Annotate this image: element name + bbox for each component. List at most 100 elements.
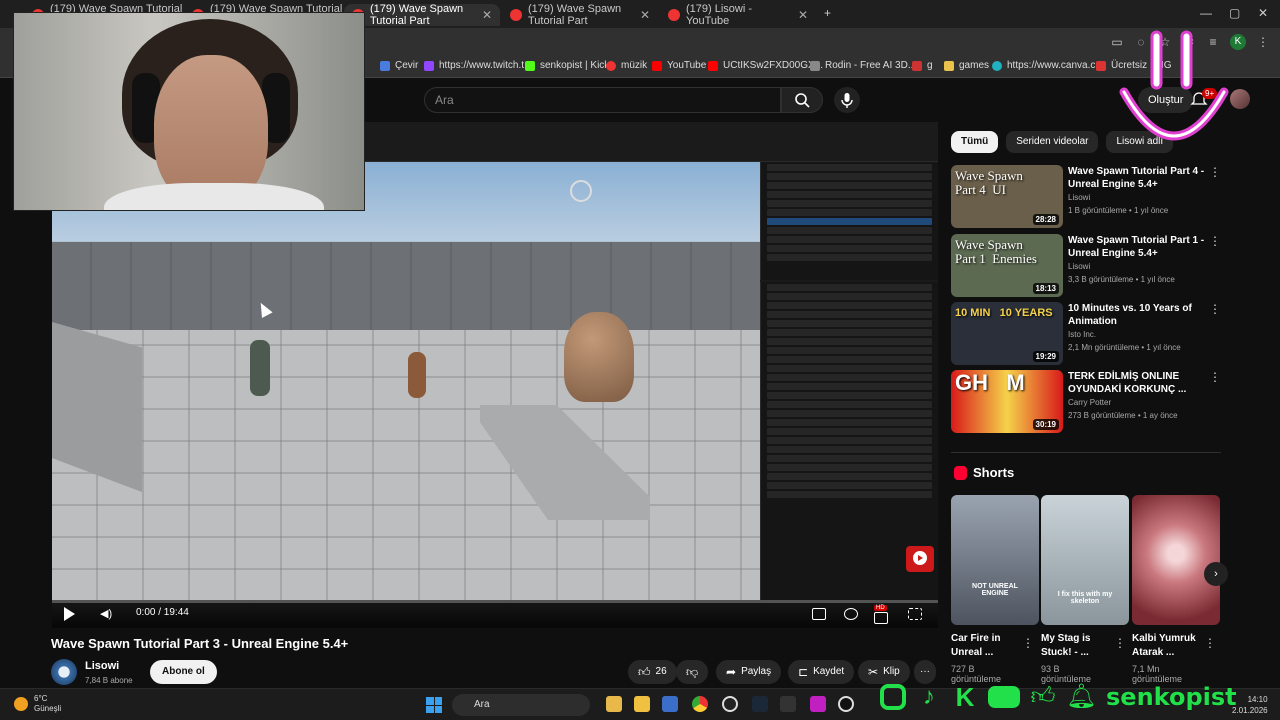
weather-widget[interactable]: 6°C Güneşli [14, 694, 61, 714]
user-avatar[interactable] [1230, 89, 1250, 109]
store-icon[interactable] [662, 696, 678, 712]
short-views: 7,1 Mn görüntüleme [1132, 664, 1183, 684]
voice-search-button[interactable] [834, 87, 860, 113]
browser-menu-icon[interactable]: ⋮ [1256, 35, 1270, 49]
bookmark-item[interactable]: https://www.twitch.t... [424, 60, 532, 71]
section-divider [951, 452, 1221, 453]
search-button[interactable] [781, 87, 823, 113]
more-options-icon[interactable]: ⋮ [1209, 370, 1221, 384]
bookmark-item[interactable]: g [912, 60, 933, 71]
taskbar-search[interactable]: Ara [452, 694, 590, 716]
close-tab-icon[interactable]: ✕ [640, 8, 650, 22]
video-thumbnail[interactable]: Wave Spawn Part 1 Enemies 18:13 [951, 234, 1063, 297]
maximize-icon[interactable]: ▢ [1229, 6, 1240, 20]
bookmark-item[interactable]: UCtIKSw2FXD00GX... [708, 60, 823, 71]
kick-icon [525, 60, 535, 71]
subscribe-button[interactable]: Abone ol [150, 660, 217, 684]
recommended-video[interactable]: Wave Spawn Part 1 Enemies 18:13 Wave Spa… [951, 234, 1221, 298]
search-input[interactable]: Ara [424, 87, 781, 113]
close-window-icon[interactable]: ✕ [1258, 6, 1268, 20]
twitch-icon [424, 60, 434, 71]
channel-name[interactable]: Lisowi [1068, 193, 1090, 202]
share-button[interactable]: ➦ Paylaş [716, 660, 782, 684]
chrome-icon[interactable] [692, 696, 708, 712]
unreal-engine-icon[interactable] [838, 696, 854, 712]
file-explorer-icon[interactable] [606, 696, 622, 712]
short-thumbnail[interactable]: NOT UNREAL ENGINE [951, 495, 1039, 625]
app-icon[interactable] [810, 696, 826, 712]
short-title[interactable]: Kalbi Yumruk Atarak ... [1132, 632, 1204, 660]
play-icon[interactable] [64, 607, 75, 621]
scene-wall [52, 242, 760, 332]
more-options-icon[interactable]: ⋮ [1209, 165, 1221, 179]
fullscreen-icon[interactable] [908, 608, 922, 620]
short-thumbnail[interactable]: I fix this with my skeleton [1041, 495, 1129, 625]
bookmark-item[interactable]: senkopist | Kick [525, 60, 609, 71]
channel-name[interactable]: Isto Inc. [1068, 330, 1096, 339]
short-title[interactable]: My Stag is Stuck! - ... [1041, 632, 1111, 660]
epic-games-icon[interactable] [780, 696, 796, 712]
shorts-logo-icon [954, 465, 967, 480]
new-tab-icon[interactable]: + [824, 6, 831, 20]
more-options-icon[interactable]: ⋮ [1022, 636, 1034, 650]
scene-floor [52, 330, 760, 600]
video-title[interactable]: 10 Minutes vs. 10 Years of Animation [1068, 302, 1208, 328]
more-options-icon[interactable]: ⋮ [1209, 234, 1221, 248]
chip-series[interactable]: Seriden videolar [1006, 131, 1099, 153]
recommended-video[interactable]: GH M 30:19 TERK EDİLMİŞ ONLINE OYUNDAKİ … [951, 370, 1221, 434]
more-options-icon[interactable]: ⋮ [1114, 636, 1126, 650]
windows-start-icon[interactable] [426, 697, 442, 713]
miniplayer-icon[interactable] [874, 612, 888, 624]
short-thumbnail[interactable] [1132, 495, 1220, 625]
player-controls: ◀) 0:00 / 19:44 HD [52, 603, 938, 628]
bookmark-item[interactable]: https://www.canva.c... [992, 60, 1104, 71]
bookmark-item[interactable]: Rodin - Free AI 3D... [810, 60, 916, 71]
channel-name[interactable]: Carry Potter [1068, 398, 1111, 407]
video-title[interactable]: Wave Spawn Tutorial Part 1 - Unreal Engi… [1068, 234, 1208, 260]
channel-name[interactable]: Lisowi [85, 660, 119, 672]
browser-tab[interactable]: (179) Wave Spawn Tutorial Part ✕ [502, 3, 658, 27]
bookmark-item[interactable]: games [944, 60, 989, 71]
obs-icon[interactable] [722, 696, 738, 712]
system-clock[interactable]: 14:10 2.01.2026 [1232, 694, 1268, 716]
more-actions-button[interactable]: ··· [914, 660, 936, 684]
subscribe-watermark[interactable] [906, 546, 934, 572]
video-thumbnail[interactable]: 10 MIN 10 YEARS 19:29 [951, 302, 1063, 365]
settings-gear-icon[interactable] [844, 608, 858, 620]
bookmark-item[interactable]: YouTube [652, 60, 706, 71]
shorts-next-button[interactable]: › [1204, 562, 1228, 586]
video-thumbnail[interactable]: GH M 30:19 [951, 370, 1063, 433]
channel-avatar[interactable] [51, 659, 77, 685]
video-title[interactable]: TERK EDİLMİŞ ONLINE OYUNDAKİ KORKUNÇ ... [1068, 370, 1208, 396]
video-title[interactable]: Wave Spawn Tutorial Part 4 - Unreal Engi… [1068, 165, 1208, 191]
recommended-video[interactable]: Wave Spawn Part 4 UI 28:28 Wave Spawn Tu… [951, 165, 1221, 229]
steam-icon[interactable] [752, 696, 768, 712]
music-icon [606, 60, 616, 71]
more-options-icon[interactable]: ⋮ [1204, 636, 1216, 650]
short-title[interactable]: Car Fire in Unreal ... [951, 632, 1021, 660]
thumbnail-text: Wave Spawn Part 1 Enemies [955, 237, 1037, 266]
clip-button[interactable]: ✂ Klip [858, 660, 910, 684]
scissors-icon: ✂ [868, 665, 879, 679]
youtube-icon [708, 60, 718, 71]
video-thumbnail[interactable]: Wave Spawn Part 4 UI 28:28 [951, 165, 1063, 228]
browser-tab-active[interactable]: (179) Wave Spawn Tutorial Part ✕ [344, 3, 500, 27]
close-tab-icon[interactable]: ✕ [798, 8, 808, 22]
close-tab-icon[interactable]: ✕ [482, 8, 492, 22]
like-button[interactable]: 👍︎ 26 [628, 660, 677, 684]
thumbnail-text: Wave Spawn Part 4 UI [955, 168, 1023, 197]
recommended-video[interactable]: 10 MIN 10 YEARS 19:29 10 Minutes vs. 10 … [951, 302, 1221, 366]
channel-name[interactable]: Lisowi [1068, 262, 1090, 271]
save-button[interactable]: ⊏ Kaydet [788, 660, 855, 684]
dislike-button[interactable]: 👎︎ [676, 660, 709, 684]
more-options-icon[interactable]: ⋮ [1209, 302, 1221, 316]
subtitles-icon[interactable] [812, 608, 826, 620]
browser-tab[interactable]: (179) Lisowi - YouTube ✕ [660, 3, 816, 27]
account-avatar[interactable]: K [1230, 34, 1246, 50]
minimize-icon[interactable]: — [1200, 6, 1212, 20]
bookmark-item[interactable]: müzik [606, 60, 647, 71]
folder-icon[interactable] [634, 696, 650, 712]
volume-icon[interactable]: ◀) [100, 607, 112, 620]
bookmark-item[interactable]: Çevir [380, 60, 418, 71]
chip-all[interactable]: Tümü [951, 131, 999, 153]
